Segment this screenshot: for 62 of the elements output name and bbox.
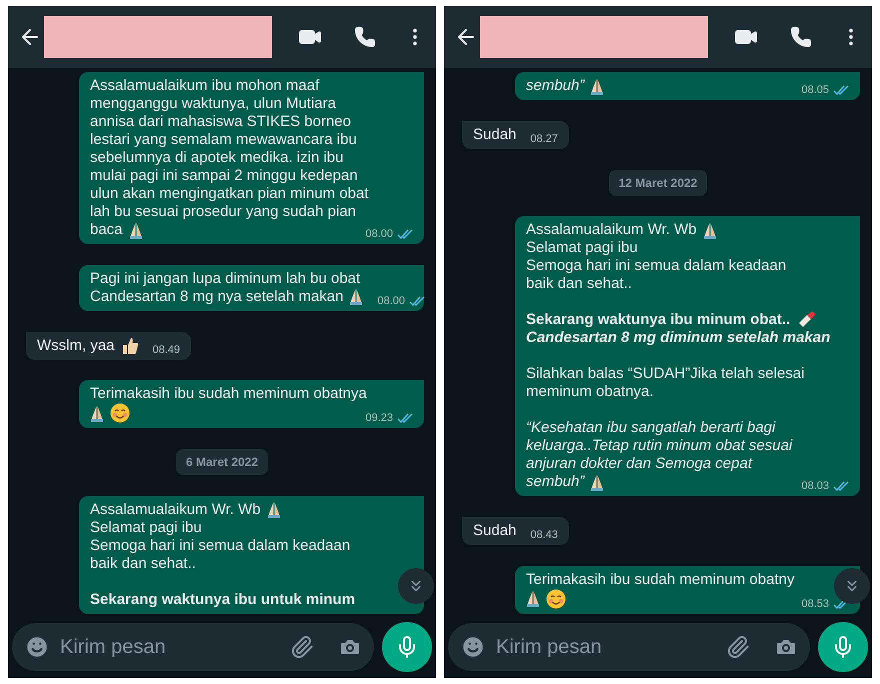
message-text: Semoga hari ini semua dalam keadaan xyxy=(526,257,786,276)
message-text: Candesartan 8 mg diminum setelah makan xyxy=(526,329,830,348)
message-input[interactable]: Kirim pesan xyxy=(60,632,280,662)
message-text: Semoga hari ini semua dalam keadaan xyxy=(90,536,350,555)
message-text: Assalamualaikum Wr. Wb xyxy=(526,221,697,240)
double-check-icon xyxy=(833,481,849,492)
message-text: anjuran dokter dan Semoga cepat xyxy=(526,455,752,474)
message-text: baca xyxy=(90,221,123,239)
date-chip: 6 Maret 2022 xyxy=(176,449,268,476)
message-time: 08.53 xyxy=(801,596,829,612)
attach-icon[interactable] xyxy=(726,635,750,659)
message-text: Candesartan 8 mg nya setelah makan xyxy=(90,288,344,306)
message-text: Sudah xyxy=(473,126,516,144)
message-text: meminum obatnya. xyxy=(526,383,654,402)
message-text: keluarga..Tetap rutin minum obat sesuai xyxy=(526,437,792,456)
double-check-icon xyxy=(833,85,849,95)
mic-button[interactable] xyxy=(382,622,432,672)
message-time: 08.03 xyxy=(801,479,829,494)
message-input[interactable]: Kirim pesan xyxy=(496,632,716,662)
date-chip: 12 Maret 2022 xyxy=(608,170,708,196)
message-text: lah bu sesuai prosedur yang sudah pian xyxy=(90,203,356,221)
emoji-icon[interactable] xyxy=(460,634,486,660)
message-time: 08.00 xyxy=(365,227,393,242)
message-text: sembuh” xyxy=(526,473,584,492)
message-text: Wsslm, yaa xyxy=(37,336,115,355)
message-text: baik dan sehat.. xyxy=(526,275,632,294)
message-time: 08.00 xyxy=(377,294,406,309)
message-text: baik dan sehat.. xyxy=(90,554,196,573)
phone-icon[interactable] xyxy=(354,26,376,48)
message-text: Selamat pagi ibu xyxy=(90,518,202,537)
emoji-icon[interactable] xyxy=(24,634,50,660)
message-time: 09.23 xyxy=(365,411,393,426)
mic-button[interactable] xyxy=(818,622,868,672)
message-field[interactable]: Kirim pesan xyxy=(448,623,810,671)
message-time: 08.49 xyxy=(152,342,180,358)
message-text: mengganggu waktunya, ulun Mutiara xyxy=(90,95,336,113)
message-text: ulun akan mengingatkan pian minum obat xyxy=(90,185,369,203)
message-text: Assalamualaikum Wr. Wb xyxy=(90,500,261,519)
message-text: sebelumnya di apotek medika. izin ibu xyxy=(90,149,344,167)
message-time: 08.05 xyxy=(801,83,829,98)
message-text: Terimakasih ibu sudah meminum obatny xyxy=(526,570,794,589)
double-check-icon xyxy=(397,413,413,424)
double-check-icon xyxy=(397,229,413,239)
message-text: annisa dari mahasiswa STIKES borneo xyxy=(90,113,351,131)
message-text: “Kesehatan ibu sangatlah berarti bagi xyxy=(526,419,776,438)
message-time: 08.27 xyxy=(530,132,558,147)
message-text: Sudah xyxy=(473,522,516,540)
message-text: Sekarang waktunya ibu untuk minum xyxy=(90,590,356,609)
double-check-icon xyxy=(409,296,426,306)
message-field[interactable]: Kirim pesan xyxy=(12,623,374,671)
message-text: mulai pagi ini sampai 2 minggu kedepan xyxy=(90,167,358,185)
message-text: Sekarang waktunya ibu minum obat.. xyxy=(526,311,790,330)
message-text: Terimakasih ibu sudah meminum obatnya xyxy=(90,385,367,404)
attach-icon[interactable] xyxy=(290,635,314,659)
message-text: Silahkan balas “SUDAH”Jika telah selesai xyxy=(526,365,804,384)
message-text: Selamat pagi ibu xyxy=(526,239,638,258)
message-time: 08.43 xyxy=(530,528,558,544)
message-text: Pagi ini jangan lupa diminum lah bu obat xyxy=(90,270,360,288)
phone-icon[interactable] xyxy=(790,26,812,48)
message-text: lestari yang semalam mewawancara ibu xyxy=(90,131,357,149)
message-text: sembuh” xyxy=(526,77,584,95)
message-text: Assalamualaikum ibu mohon maaf xyxy=(90,77,320,95)
